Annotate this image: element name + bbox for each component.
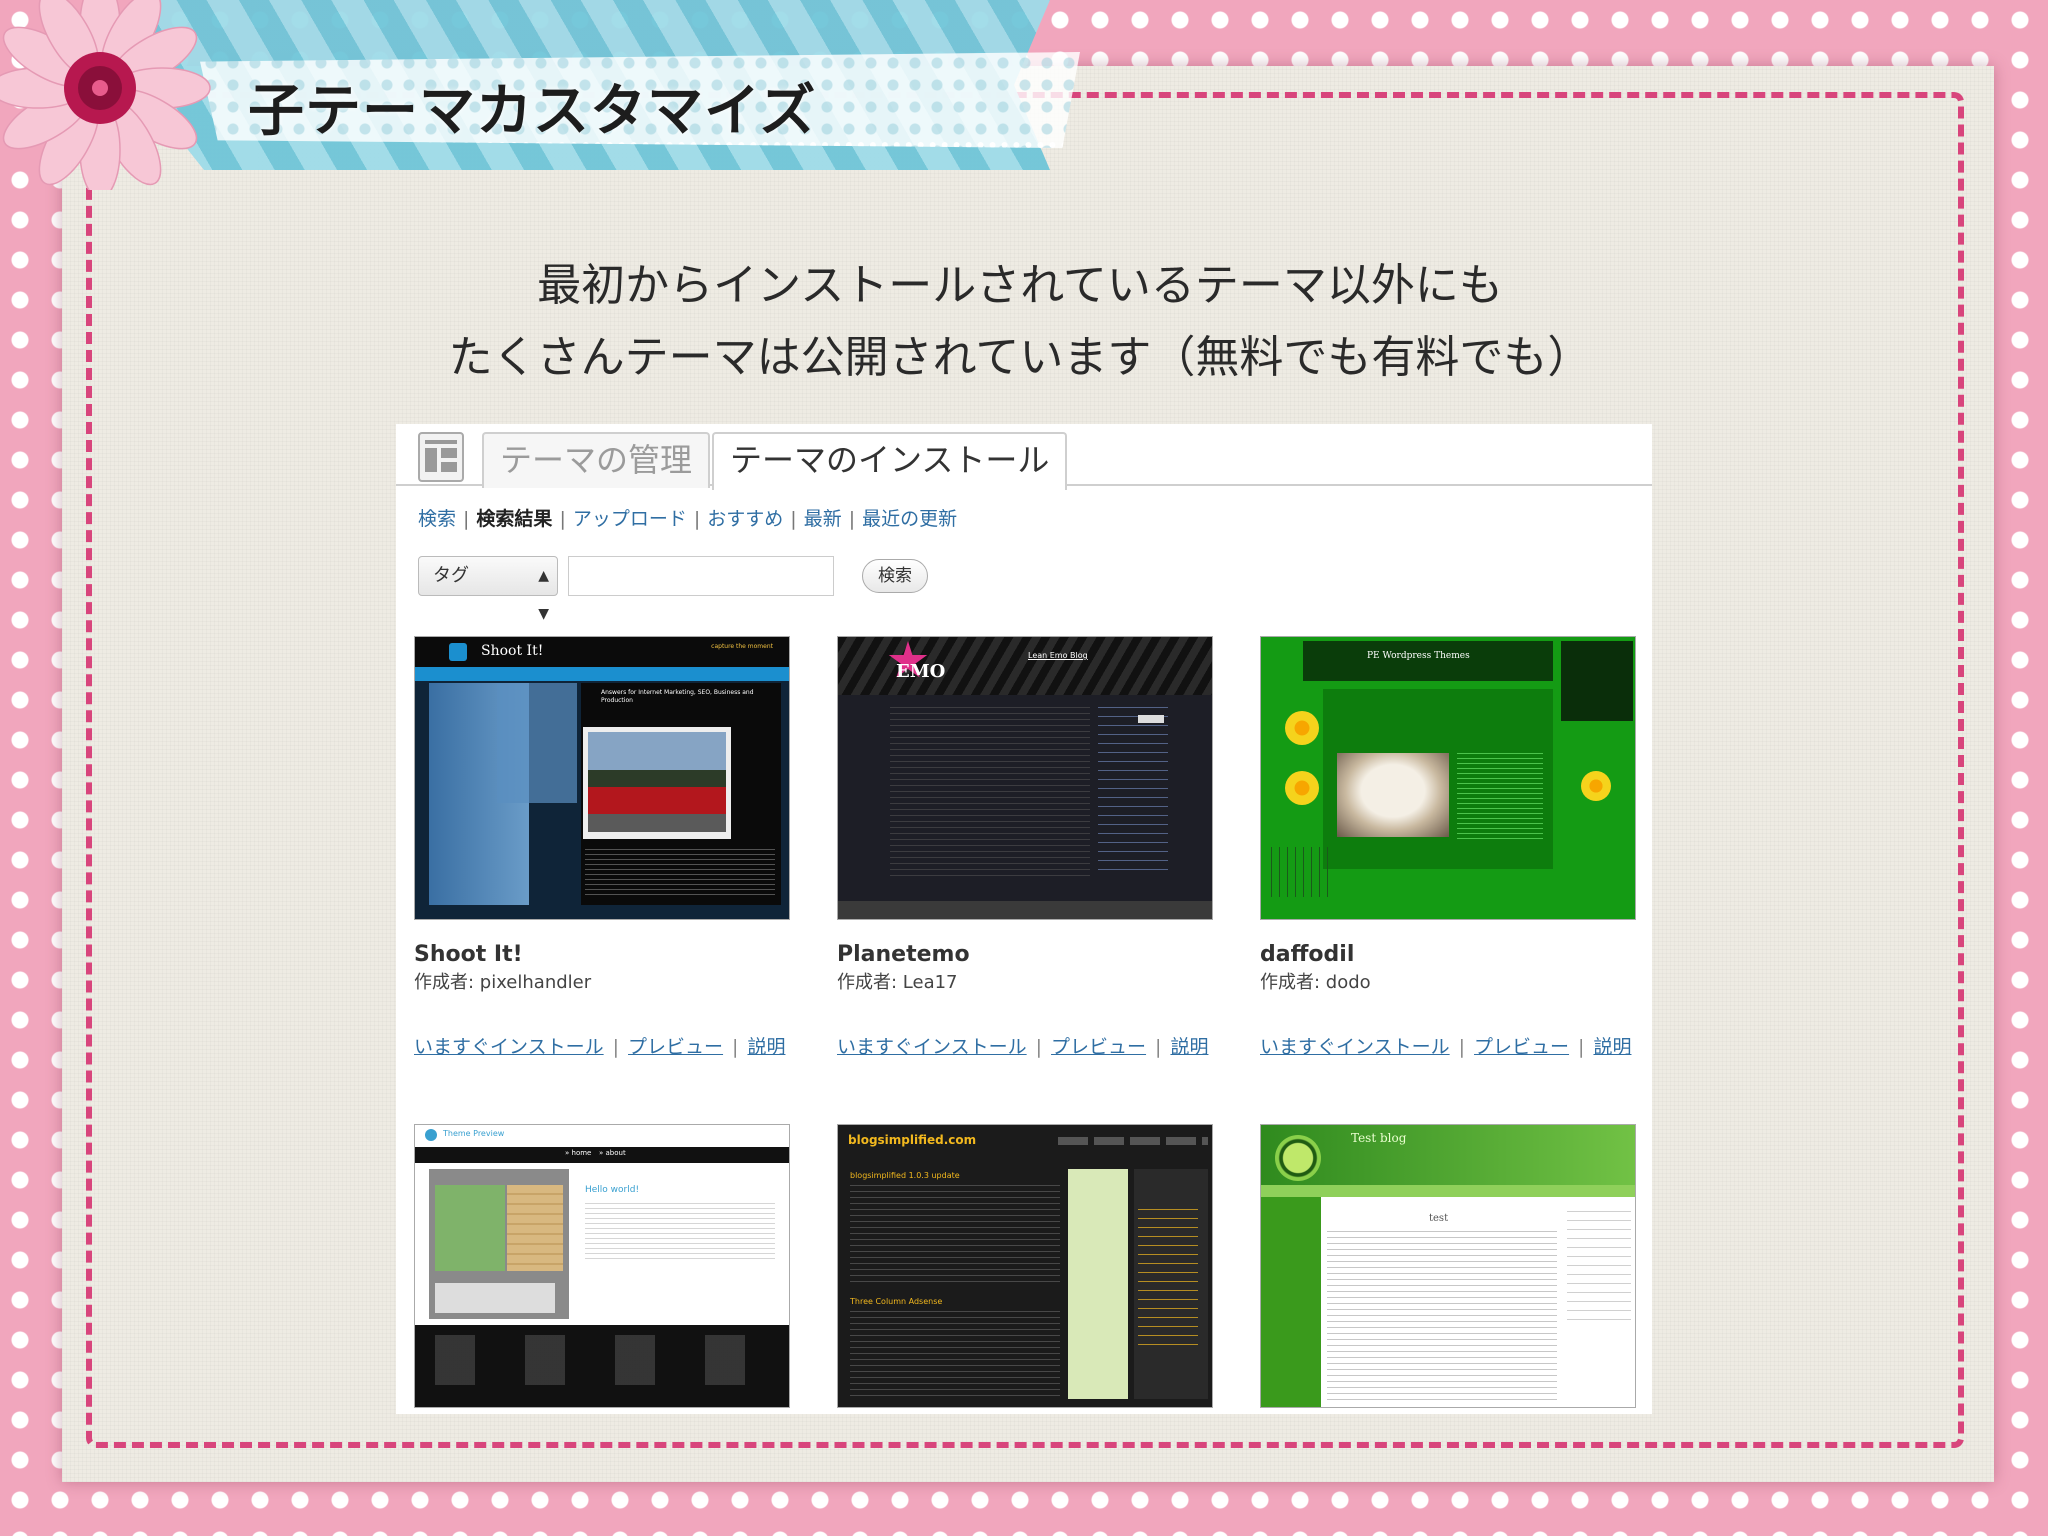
slide-title: 子テーマカスタマイズ	[248, 79, 817, 144]
theme-thumbnail[interactable]: blogsimplified.com blogsimplified 1.0.3 …	[837, 1124, 1213, 1408]
theme-card-shoot-it: Shoot It! capture the moment Answers for…	[414, 636, 790, 1076]
subnav-recently-updated[interactable]: 最近の更新	[862, 508, 957, 530]
thumb-header-text: Theme Preview	[443, 1129, 505, 1138]
thumb-header-text: Lean Emo Blog	[1028, 651, 1088, 660]
search-button[interactable]: 検索	[862, 559, 928, 593]
install-subnav: 検索 | 検索結果 | アップロード | おすすめ | 最新 | 最近の更新	[418, 508, 958, 530]
theme-thumbnail[interactable]: Theme Preview » home » about Hello world…	[414, 1124, 790, 1408]
tab-manage-themes[interactable]: テーマの管理	[482, 432, 711, 488]
slide-subtitle: 最初からインストールされているテーマ以外にも たくさんテーマは公開されています（…	[240, 250, 1800, 394]
slide-canvas: 子テーマカスタマイズ 最初からインストールされているテーマ以外にも たくさんテー…	[0, 0, 2048, 1536]
wp-theme-install-screenshot: テーマの管理 テーマのインストール 検索 | 検索結果 | アップロード | おすすめ | 最新…	[396, 424, 1652, 1414]
thumb-header-text: PE Wordpress Themes	[1367, 651, 1470, 661]
theme-thumbnail[interactable]: Shoot It! capture the moment Answers for…	[414, 636, 790, 920]
thumb-sub-text: capture the moment	[711, 643, 773, 650]
subnav-search-results[interactable]: 検索結果	[476, 508, 552, 530]
theme-card-5: blogsimplified.com blogsimplified 1.0.3 …	[837, 1124, 1213, 1414]
preview-link[interactable]: プレビュー	[628, 1036, 723, 1058]
search-type-select[interactable]: タグ ▲ ▼	[418, 556, 558, 622]
theme-thumbnail[interactable]: EMO Lean Emo Blog	[837, 636, 1213, 920]
subnav-featured[interactable]: おすすめ	[707, 508, 783, 530]
thumb-tab-about: » about	[599, 1149, 626, 1157]
preview-link[interactable]: プレビュー	[1474, 1036, 1569, 1058]
theme-actions: いますぐインストール | プレビュー | 説明	[837, 1036, 1209, 1058]
subnav-newest[interactable]: 最新	[804, 508, 842, 530]
subtitle-line-2: たくさんテーマは公開されています（無料でも有料でも）	[448, 332, 1592, 383]
appearance-icon	[418, 432, 464, 482]
subtitle-line-1: 最初からインストールされているテーマ以外にも	[537, 260, 1503, 311]
thumb-post-title-2: Three Column Adsense	[850, 1297, 943, 1306]
details-link[interactable]: 説明	[747, 1036, 785, 1058]
thumb-logo: EMO	[896, 661, 946, 682]
thumb-post-title: test	[1429, 1213, 1449, 1224]
theme-actions: いますぐインストール | プレビュー | 説明	[1260, 1036, 1632, 1058]
thumb-header-text: Test blog	[1351, 1131, 1407, 1145]
install-now-link[interactable]: いますぐインストール	[1260, 1036, 1450, 1058]
tab-bar: テーマの管理 テーマのインストール	[396, 424, 1652, 490]
theme-name: daffodil	[1260, 942, 1355, 967]
theme-author: 作成者: pixelhandler	[414, 972, 592, 993]
theme-thumbnail[interactable]: Test blog test	[1260, 1124, 1636, 1408]
preview-link[interactable]: プレビュー	[1051, 1036, 1146, 1058]
subnav-search[interactable]: 検索	[418, 508, 456, 530]
select-value: タグ	[433, 565, 469, 586]
thumb-tab-home: » home	[565, 1149, 592, 1157]
details-link[interactable]: 説明	[1593, 1036, 1631, 1058]
theme-name: Planetemo	[837, 942, 970, 967]
install-now-link[interactable]: いますぐインストール	[837, 1036, 1027, 1058]
theme-author: 作成者: Lea17	[837, 972, 958, 993]
flower-icon	[0, 0, 211, 190]
theme-author: 作成者: dodo	[1260, 972, 1371, 993]
theme-card-6: Test blog test	[1260, 1124, 1636, 1414]
theme-thumbnail[interactable]: PE Wordpress Themes	[1260, 636, 1636, 920]
theme-name: Shoot It!	[414, 942, 523, 967]
tab-install-themes[interactable]: テーマのインストール	[712, 432, 1068, 490]
thumb-header-text: Shoot It!	[481, 643, 544, 659]
subnav-upload[interactable]: アップロード	[573, 508, 687, 530]
thumb-header-text: blogsimplified.com	[848, 1133, 977, 1147]
thumb-post-title: Hello world!	[585, 1185, 640, 1195]
details-link[interactable]: 説明	[1170, 1036, 1208, 1058]
theme-actions: いますぐインストール | プレビュー | 説明	[414, 1036, 786, 1058]
theme-card-planetemo: EMO Lean Emo Blog Planetemo 作成者: Lea17 い…	[837, 636, 1213, 1076]
thumb-post-title: Answers for Internet Marketing, SEO, Bus…	[601, 689, 754, 704]
select-arrows-icon: ▲ ▼	[538, 568, 549, 622]
theme-card-daffodil: PE Wordpress Themes daffodil 作成者: dodo い…	[1260, 636, 1636, 1076]
search-input[interactable]	[568, 556, 834, 596]
thumb-post-title: blogsimplified 1.0.3 update	[850, 1171, 960, 1180]
install-now-link[interactable]: いますぐインストール	[414, 1036, 604, 1058]
theme-card-4: Theme Preview » home » about Hello world…	[414, 1124, 790, 1414]
